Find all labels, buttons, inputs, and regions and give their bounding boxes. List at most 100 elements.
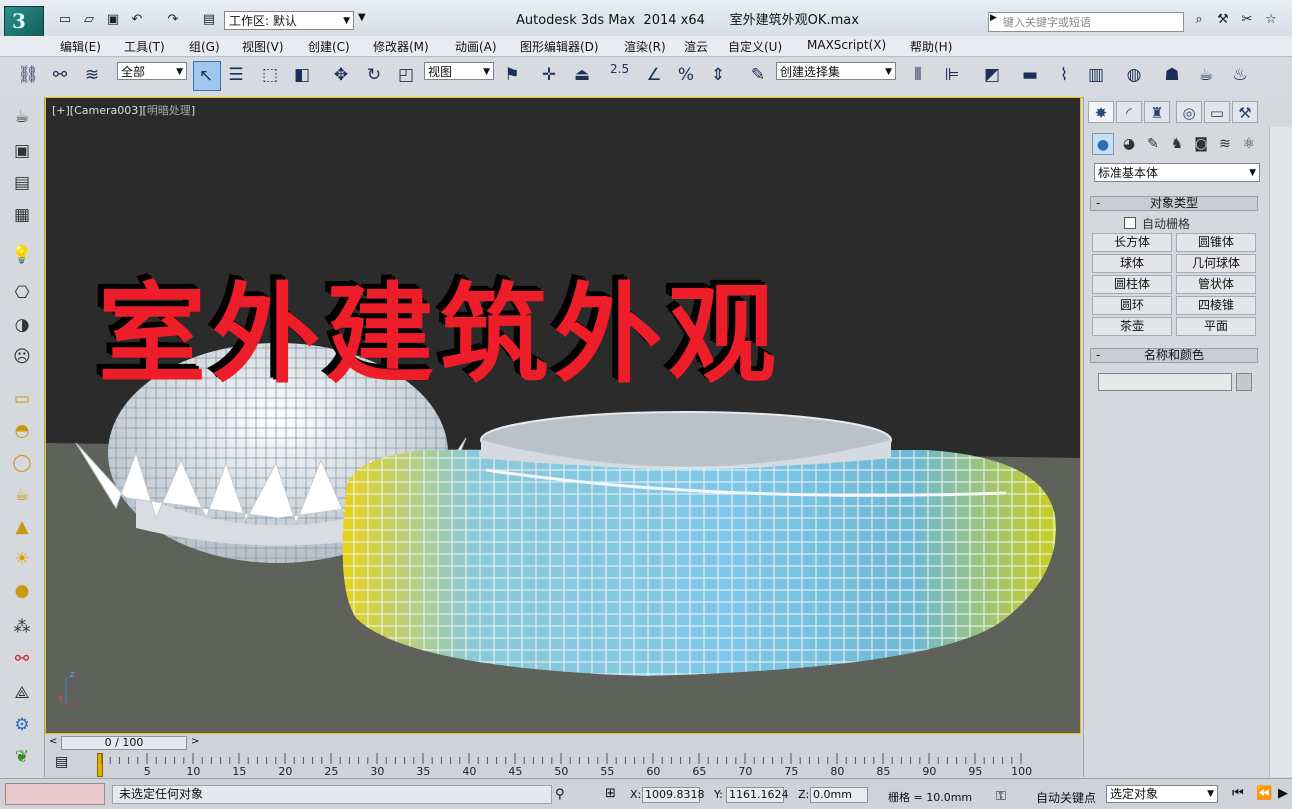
cone-button[interactable]: 圆锥体 xyxy=(1176,233,1256,252)
curve-editor-icon[interactable]: ⌇ xyxy=(1052,63,1076,87)
create-tab-icon[interactable]: ✸ xyxy=(1088,101,1114,123)
teapot-solid-icon[interactable]: ☕ xyxy=(10,483,34,507)
geometry-category-dropdown[interactable]: 标准基本体 ▼ xyxy=(1094,163,1260,182)
plant-icon[interactable]: ❦ xyxy=(10,745,34,769)
systems-icon[interactable]: ⚛ xyxy=(1238,133,1260,155)
menu-tools[interactable]: 工具(T) xyxy=(124,38,165,55)
geosphere-button[interactable]: 几何球体 xyxy=(1176,254,1256,273)
binoculars-icon[interactable]: ⌕ xyxy=(1190,12,1208,28)
move-icon[interactable]: ✥ xyxy=(329,63,353,87)
modify-tab-icon[interactable]: ◜ xyxy=(1116,101,1142,123)
select-link-icon[interactable]: ⛓ xyxy=(16,63,40,87)
menu-group[interactable]: 组(G) xyxy=(189,38,220,55)
rendered-frame-icon[interactable]: ☕ xyxy=(1194,63,1218,87)
sphere-icon[interactable]: ◯ xyxy=(10,451,34,475)
document-icon[interactable]: ▤ xyxy=(10,171,34,195)
cone-icon[interactable]: ▲ xyxy=(10,515,34,539)
plane-icon[interactable]: ▭ xyxy=(10,387,34,411)
menu-customize[interactable]: 自定义(U) xyxy=(728,38,782,55)
name-color-rollout[interactable]: - 名称和颜色 xyxy=(1090,348,1258,363)
molecule-icon[interactable]: ⚯ xyxy=(10,647,34,671)
autogrid-checkbox[interactable]: 自动栅格 xyxy=(1124,215,1190,232)
selection-filter-dropdown[interactable]: 全部 ▼ xyxy=(117,62,187,80)
menu-modifiers[interactable]: 修改器(M) xyxy=(373,38,429,55)
percent-snap-icon[interactable]: % xyxy=(674,63,698,87)
grid-panel-icon[interactable]: ▦ xyxy=(10,203,34,227)
helpers-icon[interactable]: ◙ xyxy=(1190,133,1212,155)
align-icon[interactable]: ⊫ xyxy=(940,63,964,87)
undo-icon[interactable]: ↶ xyxy=(128,12,146,28)
material-editor-icon[interactable]: ◍ xyxy=(1122,63,1146,87)
rect-selection-icon[interactable]: ⬚ xyxy=(258,63,282,87)
tube-button[interactable]: 管状体 xyxy=(1176,275,1256,294)
redo-icon[interactable]: ↷ xyxy=(164,12,182,28)
scale-icon[interactable]: ◰ xyxy=(394,63,418,87)
plane-button[interactable]: 平面 xyxy=(1176,317,1256,336)
transform-gizmo-icon[interactable]: ✛ xyxy=(537,63,561,87)
menu-edit[interactable]: 编辑(E) xyxy=(60,38,101,55)
auto-key-button[interactable]: 自动关键点 xyxy=(1036,789,1096,806)
maxscript-listener-mini[interactable] xyxy=(5,783,105,805)
workspace-dropdown[interactable]: 工作区: 默认 ▼ xyxy=(224,11,354,30)
named-selection-dropdown[interactable]: 创建选择集 ▼ xyxy=(776,62,896,80)
display-tab-icon[interactable]: ▭ xyxy=(1204,101,1230,123)
x-coordinate-field[interactable]: 1009.8318 xyxy=(642,787,705,803)
window-crossing-icon[interactable]: ◧ xyxy=(290,63,314,87)
viewport-label[interactable]: [+][Camera003][明暗处理] xyxy=(52,102,195,118)
menu-graph-editors[interactable]: 图形编辑器(D) xyxy=(520,38,599,55)
torus-button[interactable]: 圆环 xyxy=(1092,296,1172,315)
viewport-shading-label[interactable]: 明暗处理 xyxy=(147,104,191,117)
y-coordinate-field[interactable]: 1161.1624 xyxy=(726,787,789,803)
pyramid-button[interactable]: 四棱锥 xyxy=(1176,296,1256,315)
edit-named-selection-icon[interactable]: ✎ xyxy=(746,63,770,87)
object-name-input[interactable] xyxy=(1098,373,1232,391)
camera-icon[interactable]: ⎔ xyxy=(10,281,34,305)
spacewarps-icon[interactable]: ≋ xyxy=(1214,133,1236,155)
gear-icon[interactable]: ⚙ xyxy=(10,713,34,737)
app-menu-button[interactable]: 3 xyxy=(4,6,44,38)
viewport-camera-label[interactable]: [+][Camera003][ xyxy=(52,104,147,117)
mini-curve-editor-icon[interactable]: ▤ xyxy=(55,754,68,770)
cylinder-button[interactable]: 圆柱体 xyxy=(1092,275,1172,294)
key-icon[interactable]: ⚿ xyxy=(996,789,1006,804)
open-file-icon[interactable]: ▱ xyxy=(80,12,98,28)
menu-animation[interactable]: 动画(A) xyxy=(455,38,497,55)
graphite-ribbon-icon[interactable]: ▬ xyxy=(1018,63,1042,87)
star-icon[interactable]: ☆ xyxy=(1262,12,1280,28)
pivot-center-icon[interactable]: ⚑ xyxy=(500,63,524,87)
save-file-icon[interactable]: ▣ xyxy=(104,12,122,28)
z-coordinate-field[interactable]: 0.0mm xyxy=(810,787,868,803)
sphere-button[interactable]: 球体 xyxy=(1092,254,1172,273)
teapot-button[interactable]: 茶壶 xyxy=(1092,317,1172,336)
previous-frame-icon[interactable]: ⏪ xyxy=(1256,786,1272,801)
wrench-icon[interactable]: ⚒ xyxy=(1214,12,1232,28)
menu-create[interactable]: 创建(C) xyxy=(308,38,350,55)
sphere-half-icon[interactable]: ◑ xyxy=(10,313,34,337)
help-icon[interactable]: ✂ xyxy=(1238,12,1256,28)
new-file-icon[interactable]: ▭ xyxy=(56,12,74,28)
rotate-icon[interactable]: ↻ xyxy=(362,63,386,87)
teapot-icon[interactable]: ☕ xyxy=(10,105,34,129)
dome-icon[interactable]: ◓ xyxy=(10,419,34,443)
key-filter-dropdown[interactable]: 选定对象 ▼ xyxy=(1106,785,1218,803)
shapes-icon[interactable]: ◕ xyxy=(1118,133,1140,155)
menu-help[interactable]: 帮助(H) xyxy=(910,38,952,55)
bind-spacewarp-icon[interactable]: ≋ xyxy=(80,63,104,87)
render-production-icon[interactable]: ♨ xyxy=(1228,63,1252,87)
go-to-start-icon[interactable]: ⏮ xyxy=(1232,786,1244,801)
menu-rendering[interactable]: 渲染(R) xyxy=(624,38,666,55)
reference-coord-dropdown[interactable]: 视图 ▼ xyxy=(424,62,494,80)
lights-icon[interactable]: ✎ xyxy=(1142,133,1164,155)
snap-toggle-label[interactable]: 2.5 xyxy=(610,62,629,76)
lock-selection-icon[interactable]: ⚲ xyxy=(555,787,565,802)
mask-icon[interactable]: ☹ xyxy=(10,345,34,369)
play-icon[interactable]: ▶ xyxy=(1278,786,1288,801)
geometry-icon[interactable]: ● xyxy=(1092,133,1114,155)
light-bulb-icon[interactable]: 💡 xyxy=(10,243,34,267)
disc-icon[interactable]: ● xyxy=(10,579,34,603)
particles-icon[interactable]: ⁂ xyxy=(10,615,34,639)
box-button[interactable]: 长方体 xyxy=(1092,233,1172,252)
layer-manager-icon[interactable]: ◩ xyxy=(980,63,1004,87)
menu-maxscript[interactable]: MAXScript(X) xyxy=(807,38,886,52)
cameras-icon[interactable]: ♞ xyxy=(1166,133,1188,155)
